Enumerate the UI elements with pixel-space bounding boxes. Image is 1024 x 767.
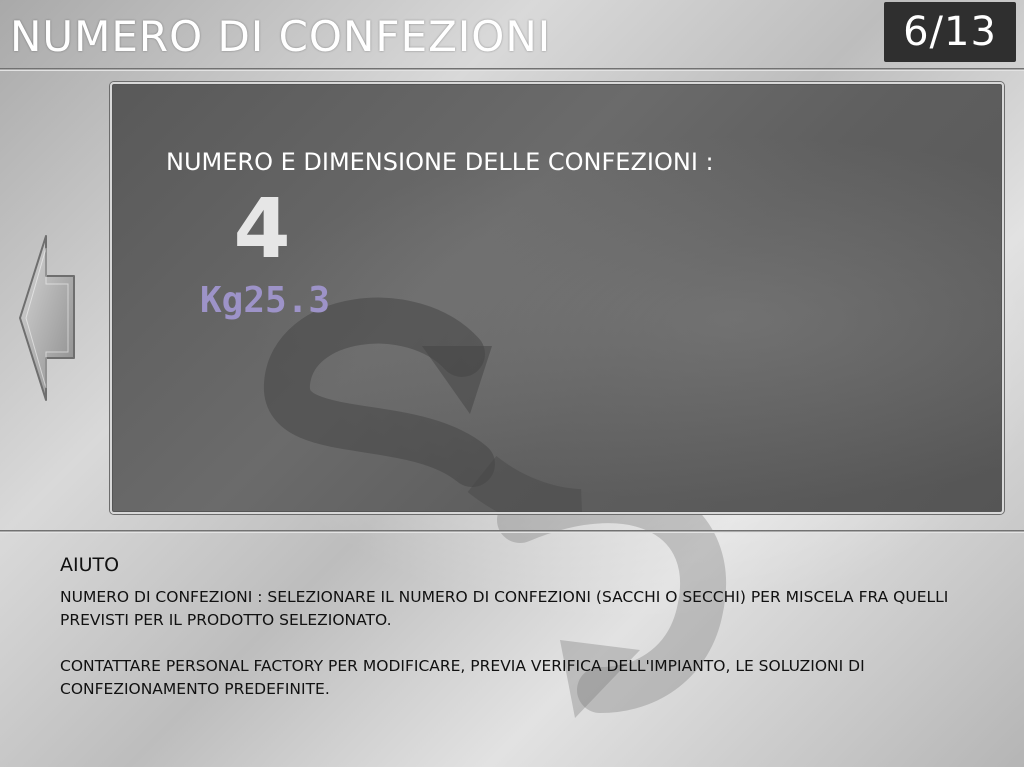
pack-weight-value[interactable]: Kg25.3 — [200, 280, 330, 321]
left-arrow-icon — [19, 235, 75, 401]
header-divider — [0, 68, 1024, 71]
pack-count-value[interactable]: 4 — [212, 180, 312, 280]
page-title: NUMERO DI CONFEZIONI — [10, 12, 552, 61]
header-bar: NUMERO DI CONFEZIONI 6/13 — [0, 0, 1024, 68]
help-paragraph: NUMERO DI CONFEZIONI : SELEZIONARE IL NU… — [60, 588, 949, 629]
help-text: NUMERO DI CONFEZIONI : SELEZIONARE IL NU… — [60, 586, 1000, 724]
help-divider — [0, 530, 1024, 533]
pack-selection-panel: NUMERO E DIMENSIONE DELLE CONFEZIONI : 4… — [110, 82, 1004, 514]
help-title: AIUTO — [60, 554, 120, 576]
back-button[interactable] — [18, 234, 78, 404]
page-counter: 6/13 — [884, 2, 1016, 62]
help-paragraph: CONTATTARE PERSONAL FACTORY PER MODIFICA… — [60, 657, 865, 698]
pack-size-label: NUMERO E DIMENSIONE DELLE CONFEZIONI : — [166, 148, 714, 176]
